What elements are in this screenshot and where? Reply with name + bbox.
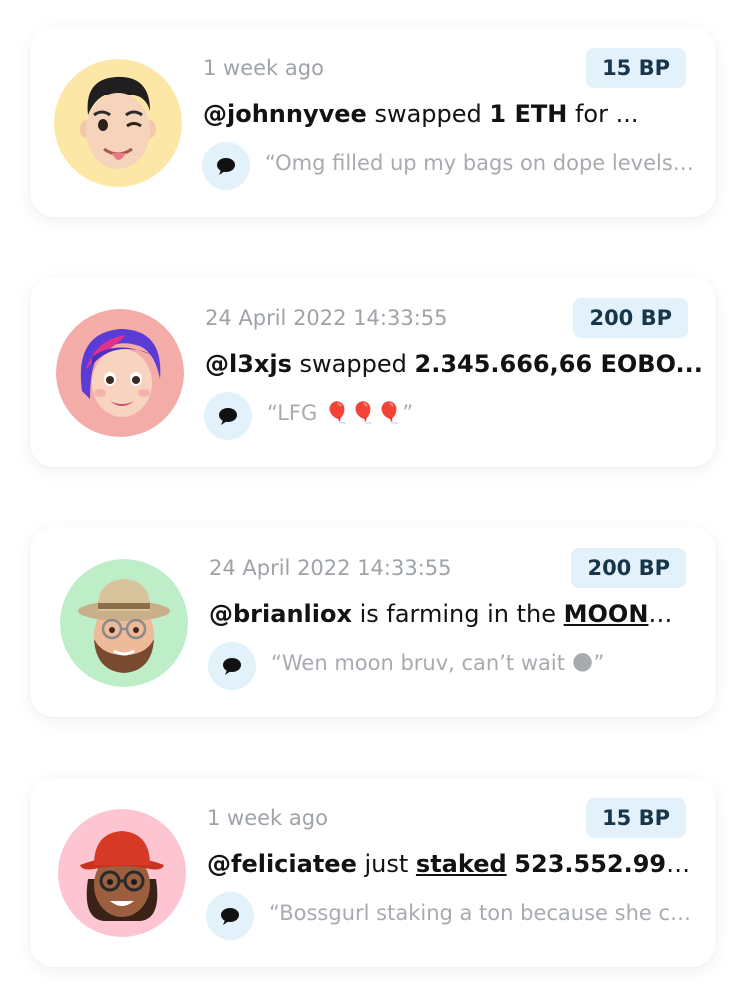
activity-card[interactable]: 24 April 2022 14:33:55 200 BP @l3xjs swa… [30, 277, 716, 467]
avatar[interactable] [56, 309, 184, 437]
farm-link[interactable]: MOON/... [564, 600, 681, 628]
activity-headline: @brianliox is farming in the MOON/... [209, 597, 681, 631]
action-text: just [356, 850, 416, 878]
activity-card[interactable]: 1 week ago 15 BP @feliciatee just staked… [30, 777, 716, 967]
staked-link[interactable]: staked [416, 850, 507, 878]
timestamp: 24 April 2022 14:33:55 [205, 306, 448, 330]
comment-quote: “Bossgurl staking a ton because she can.… [269, 901, 693, 925]
memoji-red-bucket-hat-icon [58, 809, 186, 937]
memoji-purple-hair-icon [56, 309, 184, 437]
comment-quote: “LFG 🎈🎈🎈” [267, 401, 414, 425]
comment-quote: “Omg filled up my bags on dope levels fr… [265, 151, 695, 175]
amount: 523.552.991... [514, 850, 693, 878]
username[interactable]: @brianliox [209, 600, 352, 628]
activity-feed: 1 week ago 15 BP @johnnyvee swapped 1 ET… [0, 0, 746, 1002]
comment-quote: “Wen moon bruv, can’t wait 🌑” [271, 651, 605, 675]
points-badge: 200 BP [573, 298, 688, 338]
action-text: is farming in the [351, 600, 564, 628]
speech-bubble-icon [202, 142, 250, 190]
speech-bubble-icon [206, 892, 254, 940]
speech-bubble-icon [204, 392, 252, 440]
speech-bubble-icon [208, 642, 256, 690]
action-text: swapped [291, 350, 415, 378]
timestamp: 24 April 2022 14:33:55 [209, 556, 452, 580]
action-text: swapped [366, 100, 490, 128]
avatar[interactable] [54, 59, 182, 187]
activity-headline: @l3xjs swapped 2.345.666,66 EOBO... [205, 347, 705, 381]
points-badge: 15 BP [586, 48, 686, 88]
activity-headline: @johnnyvee swapped 1 ETH for ... [203, 97, 643, 131]
points-badge: 15 BP [586, 798, 686, 838]
avatar[interactable] [60, 559, 188, 687]
amount: 1 ETH [489, 100, 568, 128]
activity-headline: @feliciatee just staked 523.552.991... [207, 847, 693, 881]
username[interactable]: @l3xjs [205, 350, 292, 378]
timestamp: 1 week ago [203, 56, 324, 80]
memoji-wink-tongue-icon [54, 59, 182, 187]
points-badge: 200 BP [571, 548, 686, 588]
timestamp: 1 week ago [207, 806, 328, 830]
headline-tail: for ... [567, 100, 639, 128]
amount: 2.345.666,66 EOBO... [414, 350, 703, 378]
avatar[interactable] [58, 809, 186, 937]
memoji-hat-beard-icon [60, 559, 188, 687]
activity-card[interactable]: 1 week ago 15 BP @johnnyvee swapped 1 ET… [30, 27, 716, 217]
username[interactable]: @feliciatee [207, 850, 357, 878]
username[interactable]: @johnnyvee [203, 100, 367, 128]
activity-card[interactable]: 24 April 2022 14:33:55 200 BP @brianliox… [30, 527, 716, 717]
